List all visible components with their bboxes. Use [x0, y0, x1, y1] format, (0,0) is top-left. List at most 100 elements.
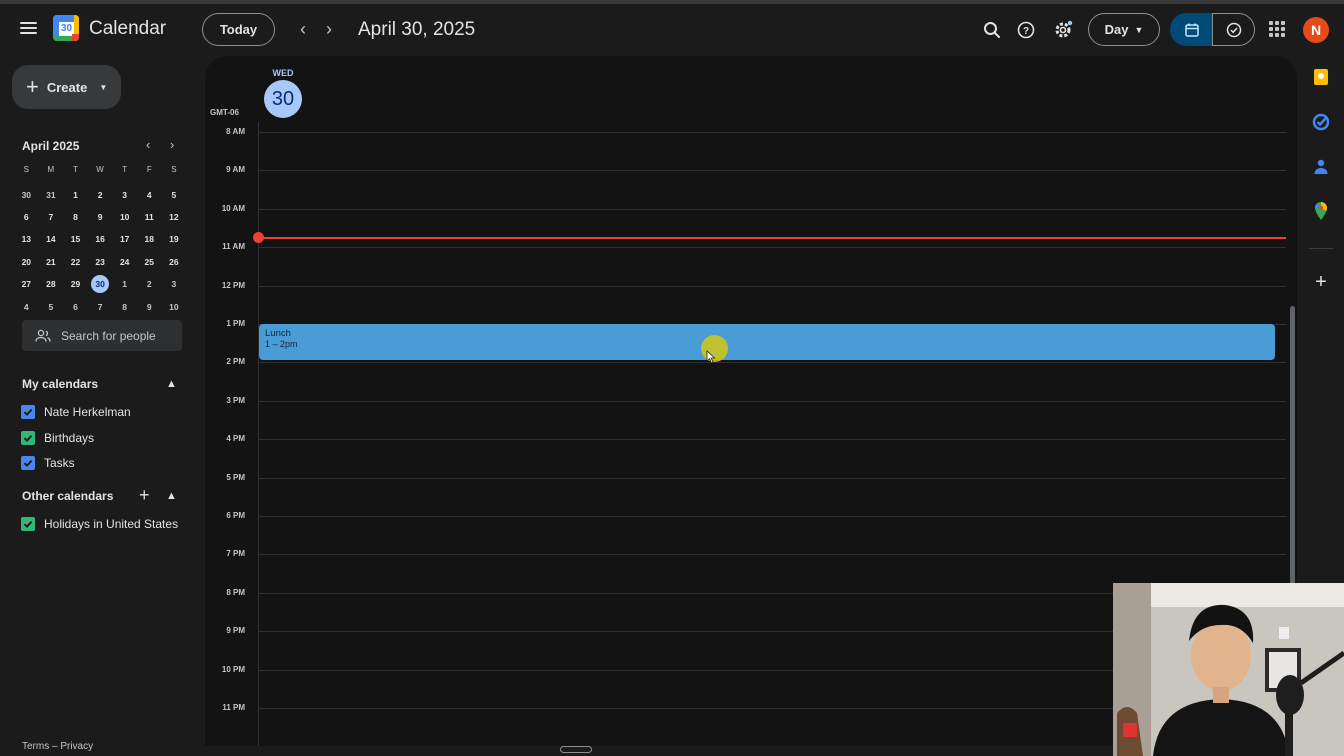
mini-calendar-day[interactable]: 30: [14, 183, 39, 205]
mini-calendar-day[interactable]: 17: [112, 228, 137, 250]
view-selector-button[interactable]: Day ▼: [1088, 13, 1160, 46]
mini-calendar-day[interactable]: 5: [39, 295, 64, 317]
mini-calendar-day[interactable]: 24: [112, 251, 137, 273]
resize-handle[interactable]: [560, 746, 592, 753]
add-calendar-icon[interactable]: +: [139, 485, 150, 506]
mini-calendar-day-number: 5: [48, 301, 54, 312]
mini-calendar-day[interactable]: 18: [137, 228, 162, 250]
mini-calendar-day[interactable]: 30: [88, 273, 113, 295]
mini-calendar-day[interactable]: 29: [63, 273, 88, 295]
mini-calendar-day[interactable]: 2: [88, 183, 113, 205]
mini-calendar-day[interactable]: 4: [14, 295, 39, 317]
avatar[interactable]: N: [1303, 17, 1329, 43]
today-button[interactable]: Today: [202, 13, 275, 46]
my-calendars-title[interactable]: My calendars: [22, 377, 98, 391]
mini-calendar-day[interactable]: 7: [39, 206, 64, 228]
terms-privacy-link[interactable]: Terms – Privacy: [22, 741, 93, 752]
calendar-list-item[interactable]: Nate Herkelman: [21, 404, 131, 420]
mini-calendar-day[interactable]: 6: [63, 295, 88, 317]
webcam-video-overlay: [1113, 583, 1344, 756]
mini-calendar-day[interactable]: 16: [88, 228, 113, 250]
checkbox-checked-icon[interactable]: [21, 405, 35, 419]
calendar-list-item[interactable]: Tasks: [21, 455, 75, 471]
mini-calendar-day-number: 8: [73, 211, 78, 222]
mini-calendar-day[interactable]: 3: [162, 273, 187, 295]
chevron-right-icon[interactable]: ›: [170, 137, 174, 152]
checkbox-checked-icon[interactable]: [21, 430, 35, 445]
add-icon[interactable]: +: [1311, 271, 1331, 293]
current-time-dot: [253, 232, 264, 243]
weekday-header: T: [122, 165, 128, 174]
hour-label: 9 PM: [226, 626, 245, 636]
help-icon[interactable]: ?: [1014, 18, 1038, 42]
hour-label: 12 PM: [221, 280, 245, 290]
mini-calendar-day[interactable]: 12: [162, 206, 187, 228]
chevron-left-icon[interactable]: ‹: [292, 18, 314, 40]
calendar-list-item[interactable]: Birthdays: [21, 430, 94, 446]
tasks-view-icon: [1226, 22, 1241, 37]
calendar-list-item[interactable]: Holidays in United States: [21, 516, 178, 532]
mini-calendar-day-number: 29: [70, 279, 81, 290]
mini-calendar-day[interactable]: 20: [14, 251, 39, 273]
mini-calendar-day[interactable]: 13: [14, 228, 39, 250]
hour-label: 4 PM: [226, 434, 245, 444]
mini-calendar: April 2025 ‹ › S M T W T F S 30 31 1 2 3 4 5 6 7 8 9 10 11 1…: [14, 135, 190, 312]
chevron-left-icon[interactable]: ‹: [146, 137, 150, 152]
chevron-up-icon[interactable]: ▲: [166, 378, 177, 390]
checkbox-checked-icon[interactable]: [21, 456, 35, 470]
mini-calendar-day-number: 7: [97, 301, 103, 312]
mini-calendar-day[interactable]: 9: [137, 295, 162, 317]
mini-calendar-day[interactable]: 25: [137, 251, 162, 273]
event-lunch[interactable]: Lunch 1 – 2pm: [259, 323, 1275, 361]
mini-calendar-day[interactable]: 31: [39, 183, 64, 205]
mini-calendar-day[interactable]: 8: [63, 206, 88, 228]
tasks-icon[interactable]: [1311, 112, 1331, 132]
other-calendars-title[interactable]: Other calendars: [22, 489, 113, 503]
mini-calendar-day-number: 30: [91, 275, 110, 294]
create-button[interactable]: + Create ▼: [12, 65, 121, 109]
keep-icon[interactable]: [1311, 67, 1331, 87]
search-people-input[interactable]: Search for people: [22, 320, 182, 351]
chevron-down-icon: ▼: [1134, 24, 1144, 35]
maps-icon[interactable]: [1311, 201, 1331, 221]
chevron-right-icon[interactable]: ›: [318, 18, 340, 40]
tasks-view-toggle[interactable]: [1212, 13, 1255, 46]
mouse-cursor-icon: [706, 350, 716, 364]
hour-gridline: [258, 477, 1286, 479]
mini-calendar-day[interactable]: 11: [137, 206, 162, 228]
mini-calendar-day[interactable]: 22: [63, 251, 88, 273]
chevron-up-icon[interactable]: ▲: [166, 490, 177, 502]
checkbox-checked-icon[interactable]: [21, 517, 35, 531]
day-date-circle[interactable]: 30: [264, 80, 302, 118]
mini-calendar-day[interactable]: 28: [39, 273, 64, 295]
mini-calendar-day[interactable]: 3: [112, 183, 137, 205]
mini-calendar-day[interactable]: 4: [137, 183, 162, 205]
menu-icon[interactable]: [14, 14, 42, 42]
mini-calendar-day[interactable]: 19: [162, 228, 187, 250]
hour-gridline: [258, 439, 1286, 441]
mini-calendar-day[interactable]: 6: [14, 206, 39, 228]
mini-calendar-day[interactable]: 8: [112, 295, 137, 317]
mini-calendar-day[interactable]: 9: [88, 206, 113, 228]
calendar-view-toggle[interactable]: [1170, 13, 1213, 46]
apps-grid-icon[interactable]: [1269, 21, 1285, 37]
mini-calendar-day[interactable]: 21: [39, 251, 64, 273]
mini-calendar-day[interactable]: 27: [14, 273, 39, 295]
mini-calendar-day[interactable]: 10: [112, 206, 137, 228]
mini-calendar-day[interactable]: 2: [137, 273, 162, 295]
search-icon[interactable]: [980, 18, 1004, 42]
mini-calendar-day[interactable]: 23: [88, 251, 113, 273]
mini-calendar-day[interactable]: 14: [39, 228, 64, 250]
mini-calendar-day[interactable]: 26: [162, 251, 187, 273]
mini-calendar-day[interactable]: 5: [162, 183, 187, 205]
contacts-icon[interactable]: [1311, 157, 1331, 177]
day-header[interactable]: WED 30: [260, 68, 306, 118]
mini-calendar-day[interactable]: 1: [112, 273, 137, 295]
mini-calendar-day[interactable]: 10: [162, 295, 187, 317]
mini-calendar-day[interactable]: 15: [63, 228, 88, 250]
mini-calendar-day[interactable]: 7: [88, 295, 113, 317]
mini-calendar-day[interactable]: 1: [63, 183, 88, 205]
hour-gridline: [258, 131, 1286, 133]
settings-icon[interactable]: [1051, 18, 1075, 42]
mini-calendar-day-number: 9: [146, 301, 152, 312]
